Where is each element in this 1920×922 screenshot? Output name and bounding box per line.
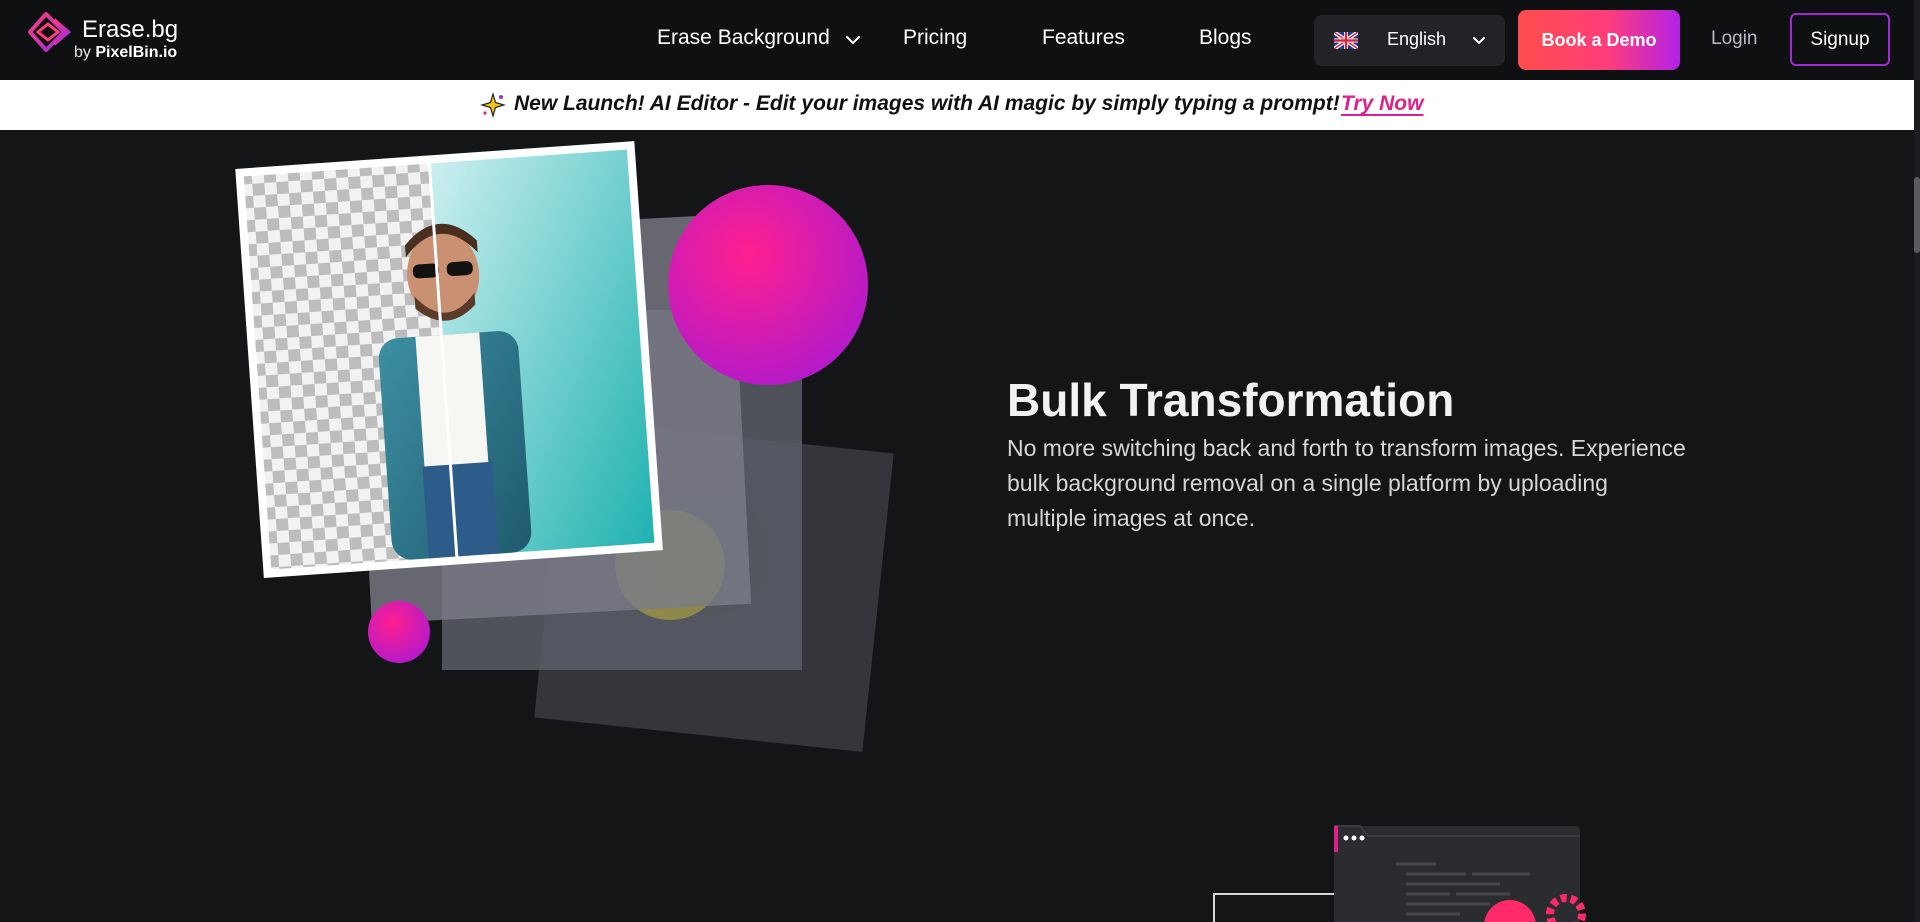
banner-text: New Launch! AI Editor - Edit your images… bbox=[514, 92, 1340, 115]
feature-title: Bulk Transformation bbox=[1007, 374, 1455, 426]
window-dot-icon bbox=[1359, 835, 1365, 841]
language-label: English bbox=[1387, 29, 1447, 49]
logo-sub-brand: PixelBin.io bbox=[95, 44, 178, 61]
nav-blogs[interactable]: Blogs bbox=[1199, 26, 1252, 50]
login-link[interactable]: Login bbox=[1711, 28, 1758, 50]
nav-erase-background[interactable]: Erase Background bbox=[657, 26, 830, 50]
window-dot-icon bbox=[1343, 835, 1349, 841]
window-dot-icon bbox=[1351, 835, 1357, 841]
scrollbar-track[interactable] bbox=[1914, 0, 1920, 922]
nav-features[interactable]: Features bbox=[1042, 26, 1125, 50]
chevron-down-icon bbox=[1473, 37, 1485, 45]
logo-title: Erase.bg bbox=[82, 16, 179, 43]
language-selector[interactable]: English bbox=[1314, 15, 1505, 66]
navbar: Erase.bg by PixelBin.io Erase Background… bbox=[0, 0, 1914, 80]
sparkle-star-icon bbox=[480, 92, 506, 118]
pink-circle-small bbox=[368, 601, 430, 663]
logo-subtitle: by PixelBin.io bbox=[74, 44, 177, 62]
erase-bg-logo-icon bbox=[28, 12, 72, 52]
signup-button[interactable]: Signup bbox=[1790, 13, 1890, 66]
nav-pricing[interactable]: Pricing bbox=[903, 26, 967, 50]
scrollbar-thumb[interactable] bbox=[1914, 177, 1920, 253]
book-demo-button[interactable]: Book a Demo bbox=[1518, 10, 1680, 70]
api-illustration bbox=[1213, 825, 1586, 922]
main-photo-card bbox=[235, 141, 663, 578]
try-now-link[interactable]: Try Now bbox=[1341, 92, 1423, 116]
pink-circle-large bbox=[668, 185, 868, 385]
uk-flag-icon bbox=[1334, 32, 1358, 49]
logo[interactable]: Erase.bg by PixelBin.io bbox=[28, 12, 188, 68]
bulk-transformation-illustration bbox=[235, 141, 894, 752]
announcement-banner: New Launch! AI Editor - Edit your images… bbox=[0, 80, 1914, 130]
feature-description: No more switching back and forth to tran… bbox=[1007, 435, 1686, 531]
chevron-down-icon[interactable] bbox=[843, 30, 863, 50]
logo-sub-prefix: by bbox=[74, 44, 91, 61]
